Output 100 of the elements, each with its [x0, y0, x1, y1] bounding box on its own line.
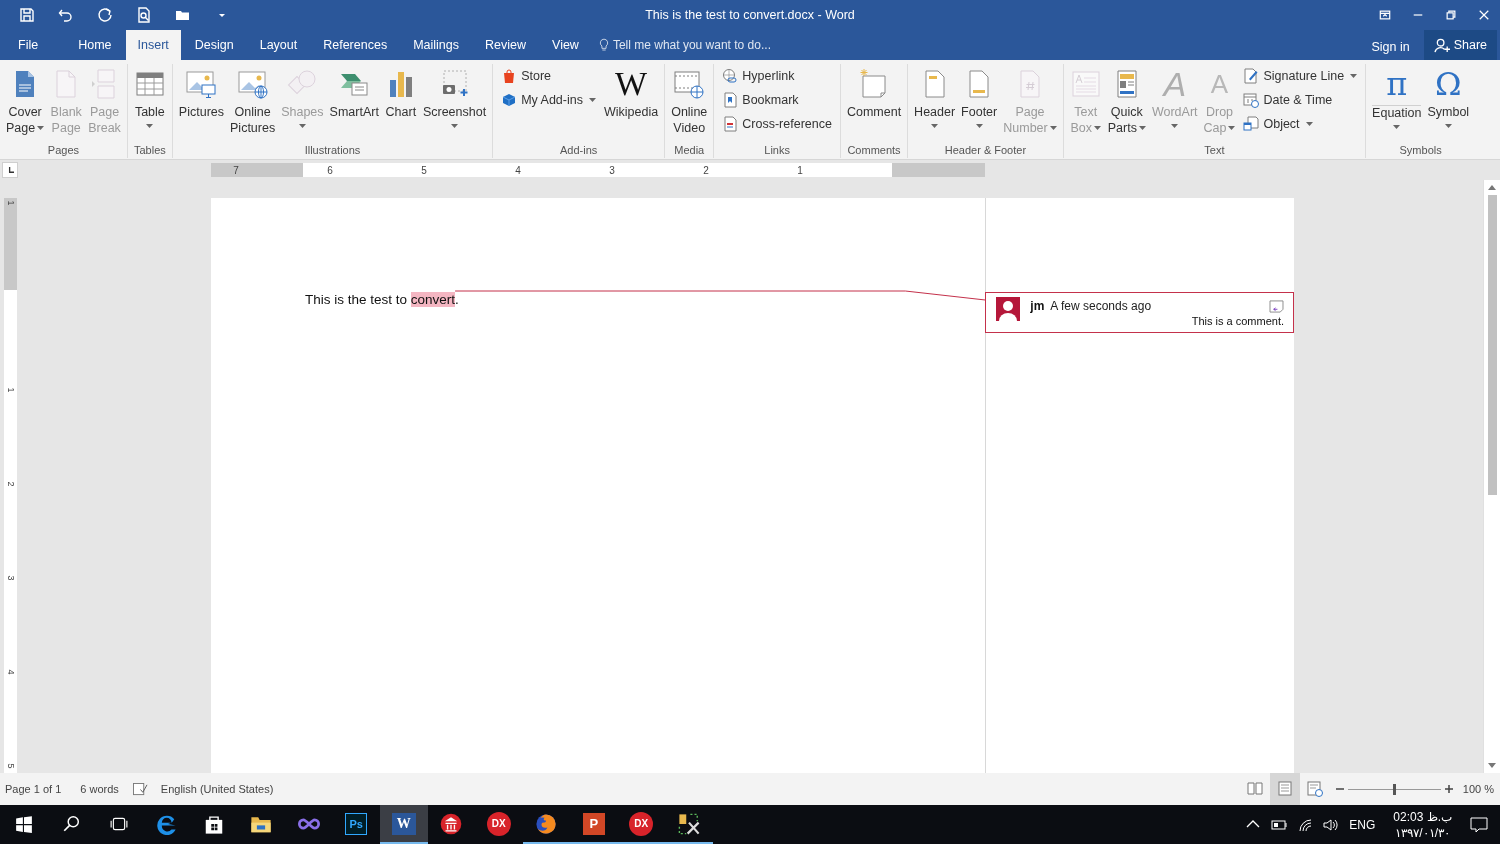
taskbar-app-button[interactable]: P [570, 805, 618, 844]
ribbon-button[interactable]: π Equation [1369, 64, 1425, 131]
ribbon-button[interactable]: Comment [843, 64, 905, 123]
clock-time[interactable]: 02:03 ب.ظ [1393, 808, 1452, 825]
omega-icon: Ω [1435, 68, 1462, 100]
taskbar-app-button[interactable]: DX [617, 805, 665, 844]
picture-icon [185, 68, 218, 100]
app-logo-icon: W [391, 812, 416, 835]
ribbon-button[interactable]: Bookmark [719, 90, 835, 110]
ruler-number: 7 [232, 164, 240, 176]
zoom-out-icon[interactable] [1335, 785, 1344, 793]
letter-w-icon: W [615, 68, 648, 100]
window-title: This is the test to convert.docx - Word [645, 8, 855, 22]
ribbon-button[interactable]: Footer [958, 64, 1001, 130]
notification-icon[interactable] [1470, 815, 1488, 834]
taskbar-app-button[interactable]: DX [475, 805, 523, 844]
pi-icon: π [1386, 68, 1408, 100]
ribbon-button[interactable]: Pictures [175, 64, 227, 123]
clock-date[interactable]: ۱۳۹۷/۰۱/۳۰ [1395, 824, 1450, 841]
windows-logo-icon[interactable] [14, 814, 33, 833]
ribbon-tab[interactable]: File [6, 30, 51, 60]
ribbon-tab[interactable]: Design [182, 30, 246, 60]
ribbon-tab[interactable]: View [540, 30, 591, 60]
ribbon-button[interactable]: Online Video [668, 64, 711, 138]
cube-icon [501, 92, 518, 108]
ruler-number: 5 [420, 164, 428, 176]
object-icon [1243, 116, 1260, 132]
wifi-icon[interactable] [1297, 816, 1314, 833]
ribbon-button[interactable]: Chart [381, 64, 420, 123]
ribbon-button[interactable]: Quick Parts [1104, 64, 1149, 138]
ribbon-button[interactable]: SmartArt [326, 64, 382, 123]
input-language[interactable]: ENG [1349, 817, 1376, 832]
close-icon[interactable] [1477, 9, 1490, 21]
app-logo-icon: Ps [345, 812, 368, 835]
group-label: Pages [46, 143, 81, 158]
slider-thumb[interactable] [1393, 783, 1397, 795]
ribbon-tab[interactable]: Home [66, 30, 124, 60]
vertical-ruler[interactable]: 1 1 2 3 4 5 [4, 198, 17, 773]
ribbon-tab[interactable]: Layout [247, 30, 310, 60]
caret-icon [1049, 126, 1057, 131]
group-label: Text [1203, 143, 1226, 158]
ribbon-button[interactable]: W Wikipedia [600, 64, 662, 123]
ribbon-button[interactable]: Store [498, 66, 599, 86]
redo-icon[interactable] [96, 7, 113, 23]
letter-a-icon: A [1210, 68, 1229, 100]
tell-me-field[interactable]: Tell me what you want to do... [612, 38, 771, 52]
share-button[interactable]: Share [1423, 30, 1497, 60]
taskbar-app-button[interactable]: Ps [332, 805, 380, 844]
proofing-icon[interactable] [132, 782, 148, 796]
group-label: Links [763, 143, 791, 158]
taskbar-app-button[interactable]: W [380, 805, 428, 844]
ribbon-button[interactable]: Ω Symbol [1424, 64, 1473, 130]
ribbon-button[interactable]: Object [1240, 114, 1361, 134]
down-arrow-icon[interactable] [1488, 763, 1496, 768]
ribbon-button[interactable]: Header [911, 64, 959, 130]
search-icon[interactable] [62, 814, 81, 833]
print-layout-icon [1276, 781, 1293, 797]
ruler-number: 2 [5, 480, 16, 489]
language-indicator[interactable]: English (United States) [160, 783, 274, 795]
caret-icon [975, 123, 983, 128]
vertical-scrollbar[interactable] [1483, 180, 1500, 773]
ribbon-button[interactable]: Screenshot [419, 64, 490, 130]
ruler-number: 5 [5, 762, 16, 771]
horizontal-ruler[interactable]: 7 6 5 4 3 2 1 [211, 163, 985, 177]
page-count[interactable]: Page 1 of 1 [5, 783, 62, 795]
ribbon-button[interactable]: My Add-ins [498, 90, 599, 110]
ruler-number: 4 [5, 668, 16, 677]
online-picture-icon [236, 68, 269, 100]
caret-icon [1171, 123, 1179, 128]
group-label: Symbols [1398, 143, 1443, 158]
caret-icon [1393, 124, 1401, 129]
scrollbar-thumb[interactable] [1487, 195, 1497, 495]
ribbon-tab[interactable]: Insert [125, 30, 181, 60]
undo-icon[interactable] [57, 7, 74, 23]
zoom-in-icon[interactable] [1444, 785, 1453, 793]
ribbon-button[interactable]: Cover Page [3, 64, 48, 138]
print-preview-icon[interactable] [135, 7, 152, 23]
sign-in-link[interactable]: Sign in [1357, 34, 1424, 60]
tools-icon [677, 812, 700, 835]
tab-selector-button[interactable] [2, 162, 18, 178]
restore-icon[interactable] [1444, 9, 1457, 21]
caret-icon [298, 123, 306, 128]
save-icon[interactable] [18, 7, 35, 23]
calendar-icon [1243, 92, 1260, 108]
zoom-level[interactable]: 100 % [1462, 783, 1494, 795]
ribbon-button[interactable]: Date & Time [1240, 90, 1361, 110]
up-arrow-icon[interactable] [1488, 185, 1496, 190]
volume-icon[interactable] [1323, 816, 1340, 833]
ribbon-button[interactable]: Cross-reference [719, 114, 835, 134]
ribbon-tab[interactable]: Mailings [401, 30, 471, 60]
word-count[interactable]: 6 words [80, 783, 119, 795]
ribbon-button[interactable]: Signature Line [1240, 66, 1361, 86]
ribbon-display-icon[interactable] [1378, 9, 1391, 21]
ribbon-button[interactable]: Table [130, 64, 169, 130]
group-label: Add-ins [559, 143, 599, 158]
ribbon-tab[interactable]: Review [473, 30, 538, 60]
ribbon-button[interactable]: Hyperlink [719, 66, 835, 86]
ribbon-tab[interactable]: References [311, 30, 400, 60]
ribbon-button[interactable]: Online Pictures [227, 64, 279, 138]
text-box-icon [1069, 68, 1102, 100]
